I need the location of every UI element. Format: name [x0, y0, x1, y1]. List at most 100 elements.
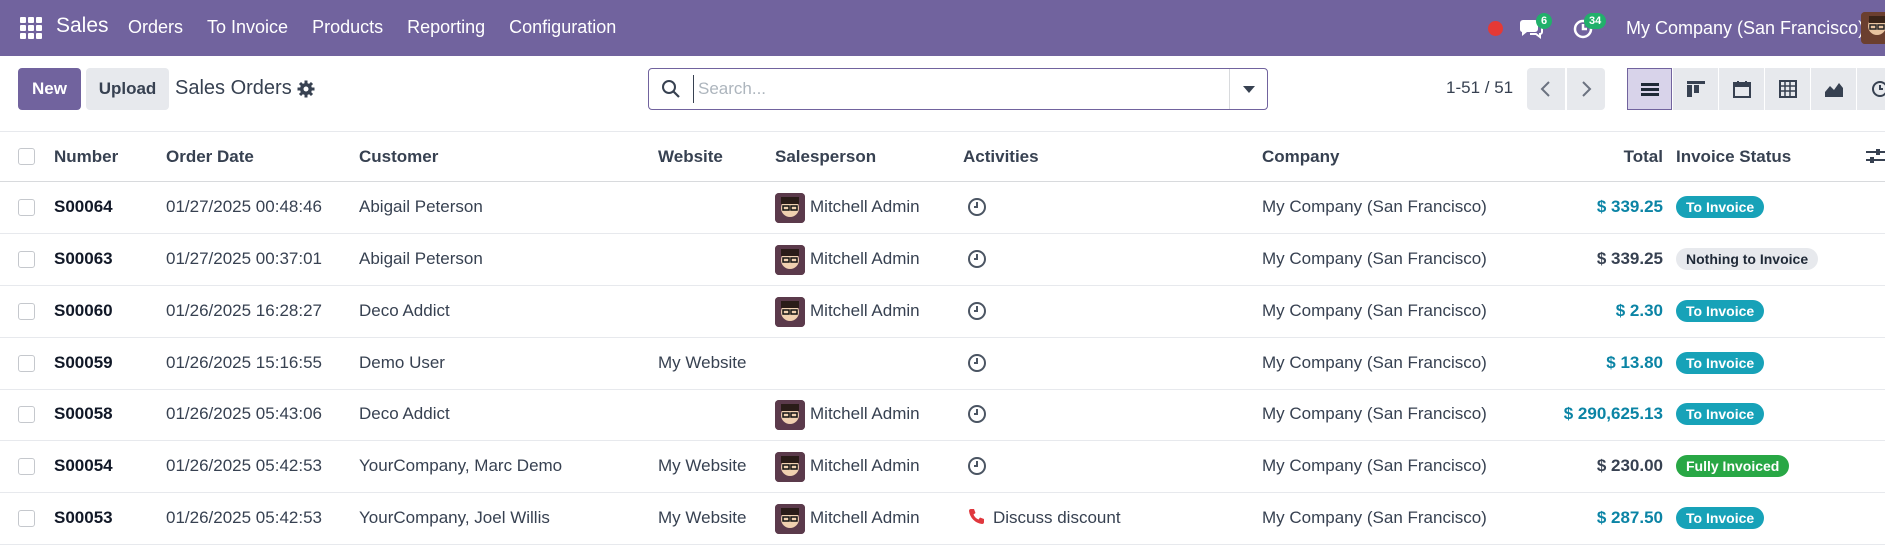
salesperson-avatar — [775, 193, 805, 223]
caret-down-icon — [1242, 85, 1255, 93]
app-name[interactable]: Sales — [56, 14, 109, 38]
invoice-status-badge: Fully Invoiced — [1676, 455, 1790, 477]
row-checkbox[interactable] — [18, 406, 35, 423]
pivot-view-button[interactable] — [1765, 68, 1810, 110]
row-checkbox[interactable] — [18, 251, 35, 268]
customer: Abigail Peterson — [359, 197, 483, 216]
column-company[interactable]: Company — [1262, 147, 1339, 167]
optional-columns-icon[interactable] — [1866, 147, 1885, 165]
order-total: $ 339.25 — [1596, 249, 1663, 268]
row-checkbox[interactable] — [18, 355, 35, 372]
table-row[interactable]: S00059 01/26/2025 15:16:55 Demo User My … — [0, 338, 1885, 390]
table-row[interactable]: S00063 01/27/2025 00:37:01 Abigail Peter… — [0, 234, 1885, 286]
order-number: S00054 — [54, 456, 113, 475]
order-total: $ 2.30 — [1615, 301, 1663, 320]
search-icon — [662, 80, 680, 98]
column-number[interactable]: Number — [54, 147, 118, 167]
table-row[interactable]: S00053 01/26/2025 05:42:53 YourCompany, … — [0, 493, 1885, 545]
upload-button[interactable]: Upload — [86, 68, 169, 110]
customer: Demo User — [359, 353, 445, 372]
pager-next-button[interactable] — [1567, 68, 1605, 110]
order-total: $ 13.80 — [1606, 353, 1663, 372]
activity-clock-icon[interactable] — [967, 249, 987, 269]
user-avatar[interactable] — [1861, 12, 1885, 44]
invoice-status-badge: To Invoice — [1676, 403, 1765, 425]
menu-products[interactable]: Products — [312, 17, 383, 38]
salesperson-name: Mitchell Admin — [810, 456, 920, 475]
column-activities[interactable]: Activities — [963, 147, 1039, 167]
column-order-date[interactable]: Order Date — [166, 147, 254, 167]
row-checkbox[interactable] — [18, 199, 35, 216]
salesperson-avatar — [775, 245, 805, 275]
calendar-view-button[interactable] — [1719, 68, 1764, 110]
menu-to-invoice[interactable]: To Invoice — [207, 17, 288, 38]
invoice-status-badge: To Invoice — [1676, 196, 1765, 218]
table-header: Number Order Date Customer Website Sales… — [0, 131, 1885, 182]
list-view-button[interactable] — [1627, 68, 1672, 110]
table-row[interactable]: S00058 01/26/2025 05:43:06 Deco Addict M… — [0, 389, 1885, 441]
salesperson-name: Mitchell Admin — [810, 404, 920, 423]
order-total: $ 287.50 — [1596, 508, 1663, 527]
order-total: $ 290,625.13 — [1563, 404, 1663, 423]
invoice-status-badge: To Invoice — [1676, 352, 1765, 374]
activity-view-button[interactable] — [1857, 68, 1885, 110]
column-customer[interactable]: Customer — [359, 147, 438, 167]
gear-icon[interactable] — [297, 80, 315, 98]
company: My Company (San Francisco) — [1262, 456, 1487, 475]
column-salesperson[interactable]: Salesperson — [775, 147, 876, 167]
order-date: 01/27/2025 00:37:01 — [166, 249, 322, 268]
activity-clock-icon[interactable] — [967, 301, 987, 321]
column-invoice-status[interactable]: Invoice Status — [1676, 147, 1791, 167]
activity-summary[interactable]: Discuss discount — [993, 508, 1121, 528]
company: My Company (San Francisco) — [1262, 301, 1487, 320]
area-chart-icon — [1824, 83, 1843, 97]
chevron-right-icon — [1582, 81, 1592, 97]
website: My Website — [658, 456, 747, 475]
activity-clock-icon[interactable] — [967, 197, 987, 217]
company: My Company (San Francisco) — [1262, 249, 1487, 268]
menu-reporting[interactable]: Reporting — [407, 17, 485, 38]
kanban-view-button[interactable] — [1673, 68, 1718, 110]
recording-indicator-icon[interactable] — [1488, 21, 1503, 36]
salesperson-avatar — [775, 452, 805, 482]
table-row[interactable]: S00060 01/26/2025 16:28:27 Deco Addict M… — [0, 286, 1885, 338]
invoice-status-badge: To Invoice — [1676, 300, 1765, 322]
apps-menu-icon[interactable] — [20, 17, 42, 39]
view-switcher — [1627, 68, 1885, 110]
phone-icon[interactable] — [967, 508, 985, 526]
salesperson-avatar — [775, 297, 805, 327]
company: My Company (San Francisco) — [1262, 353, 1487, 372]
search-input[interactable] — [693, 75, 1213, 103]
company-switcher[interactable]: My Company (San Francisco) — [1626, 18, 1864, 39]
salesperson-name: Mitchell Admin — [810, 301, 920, 320]
invoice-status-badge: To Invoice — [1676, 507, 1765, 529]
order-date: 01/26/2025 05:42:53 — [166, 456, 322, 475]
table-row[interactable]: S00064 01/27/2025 00:48:46 Abigail Peter… — [0, 182, 1885, 234]
order-number: S00053 — [54, 508, 113, 527]
activity-clock-icon[interactable] — [967, 404, 987, 424]
page-title[interactable]: Sales Orders — [175, 77, 292, 100]
order-number: S00063 — [54, 249, 113, 268]
order-date: 01/26/2025 05:43:06 — [166, 404, 322, 423]
column-website[interactable]: Website — [658, 147, 723, 167]
pager-previous-button[interactable] — [1527, 68, 1565, 110]
company: My Company (San Francisco) — [1262, 404, 1487, 423]
activity-clock-icon[interactable] — [967, 456, 987, 476]
order-number: S00060 — [54, 301, 113, 320]
menu-orders[interactable]: Orders — [128, 17, 183, 38]
menu-configuration[interactable]: Configuration — [509, 17, 616, 38]
activity-clock-icon[interactable] — [967, 353, 987, 373]
search-options-toggle[interactable] — [1229, 69, 1267, 109]
select-all-checkbox[interactable] — [18, 148, 35, 165]
row-checkbox[interactable] — [18, 510, 35, 527]
website: My Website — [658, 508, 747, 527]
table-row[interactable]: S00054 01/26/2025 05:42:53 YourCompany, … — [0, 441, 1885, 493]
order-total: $ 230.00 — [1596, 456, 1663, 475]
row-checkbox[interactable] — [18, 458, 35, 475]
graph-view-button[interactable] — [1811, 68, 1856, 110]
new-button[interactable]: New — [18, 68, 81, 110]
order-date: 01/26/2025 05:42:53 — [166, 508, 322, 527]
pager-value[interactable]: 1-51 / 51 — [1446, 78, 1513, 98]
row-checkbox[interactable] — [18, 303, 35, 320]
column-total[interactable]: Total — [1624, 147, 1663, 167]
